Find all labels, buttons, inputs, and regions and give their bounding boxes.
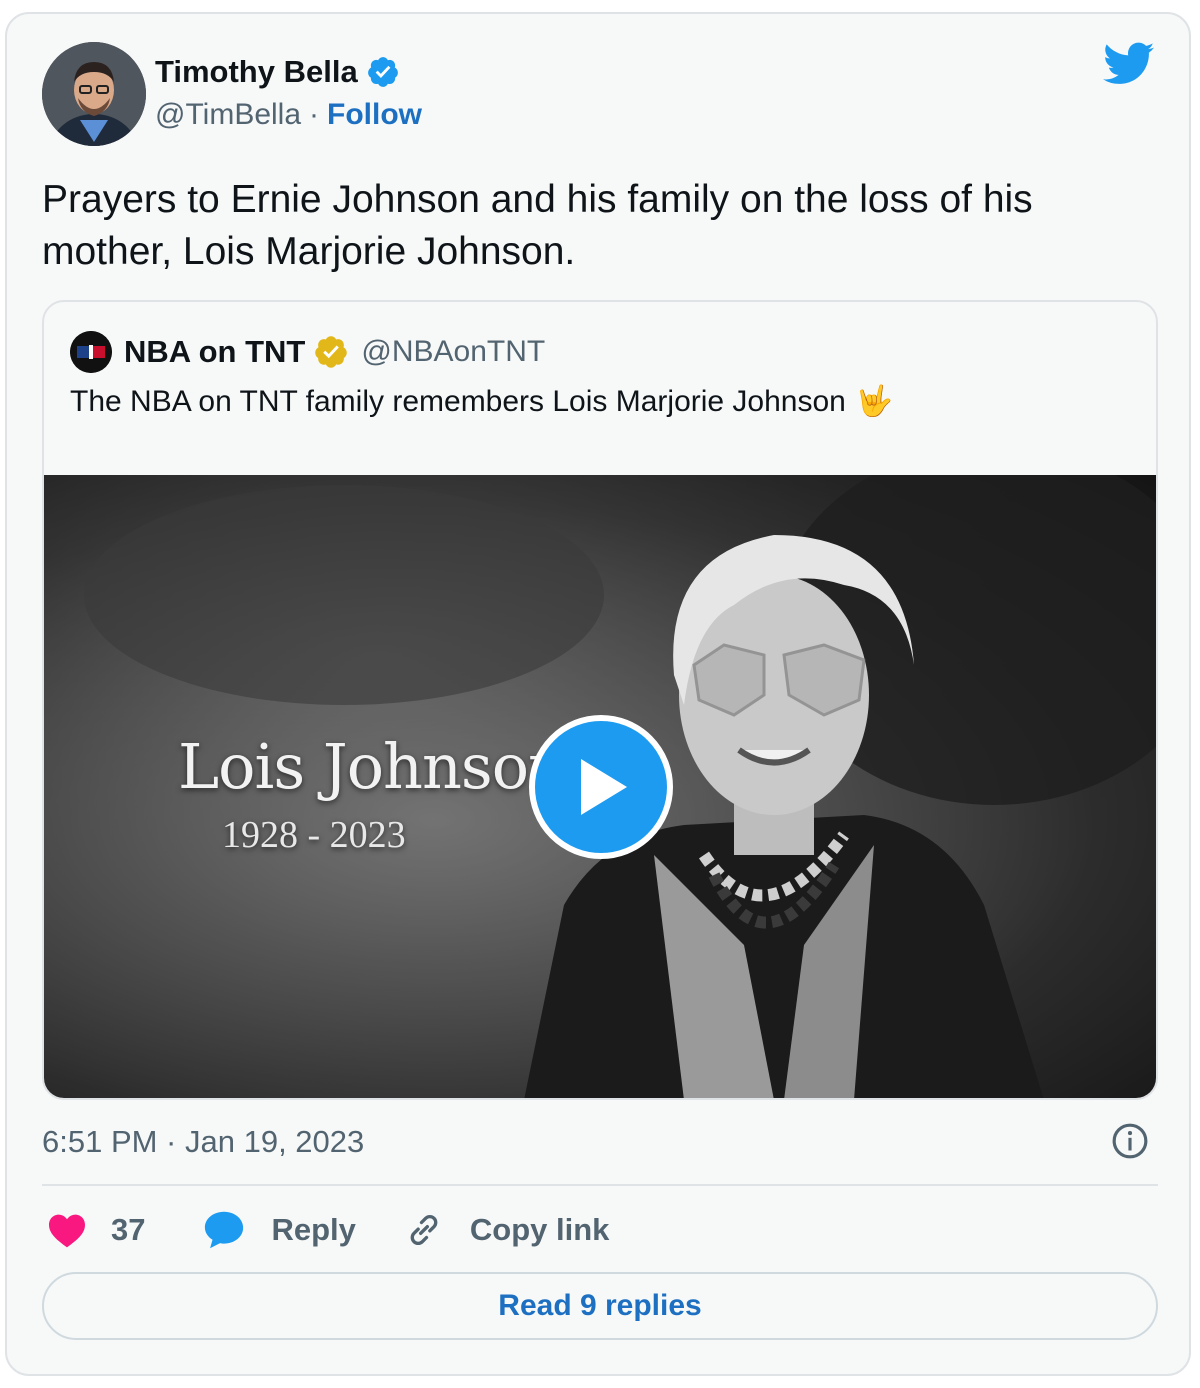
link-icon (410, 1215, 438, 1245)
quoted-tweet[interactable]: NBA on TNT @NBAonTNT The NBA on TNT fami… (42, 300, 1158, 1100)
quoted-text-body: The NBA on TNT family remembers Lois Mar… (70, 385, 846, 418)
author-handle[interactable]: @TimBella (155, 98, 301, 132)
quoted-author-name[interactable]: NBA on TNT (124, 334, 305, 370)
video-thumbnail[interactable]: Lois Johnson 1928 - 2023 (44, 475, 1156, 1098)
like-button[interactable]: 37 (47, 1212, 145, 1248)
like-count: 37 (111, 1212, 146, 1247)
heart-icon (49, 1214, 85, 1248)
tweet-card: Timothy Bella @TimBella · Follow Prayers… (5, 12, 1191, 1376)
copy-link-button[interactable]: Copy link (404, 1210, 610, 1250)
quoted-author-handle[interactable]: @NBAonTNT (361, 335, 545, 369)
follow-button[interactable]: Follow (327, 98, 422, 132)
play-button[interactable] (529, 715, 673, 859)
author-avatar[interactable] (42, 42, 146, 146)
author-name[interactable]: Timothy Bella (155, 54, 358, 90)
tweet-actions: 37 Reply Copy link (47, 1206, 609, 1254)
reply-label: Reply (271, 1212, 356, 1247)
video-title-text: Lois Johnson (178, 730, 568, 803)
tweet-timestamp[interactable]: 6:51 PM · Jan 19, 2023 (42, 1124, 364, 1160)
verified-badge-icon (367, 57, 398, 87)
reply-button[interactable]: Reply (203, 1210, 356, 1250)
read-replies-button[interactable]: Read 9 replies (42, 1272, 1158, 1340)
gold-verified-badge-icon (315, 336, 348, 368)
play-icon (581, 759, 627, 815)
love-you-gesture-emoji: 🤟 (855, 385, 894, 418)
nba-on-tnt-logo (70, 331, 112, 373)
video-years-text: 1928 - 2023 (222, 814, 406, 856)
tweet-text: Prayers to Ernie Johnson and his family … (42, 178, 1033, 273)
divider (42, 1184, 1158, 1186)
quoted-text: The NBA on TNT family remembers Lois Mar… (70, 384, 893, 419)
speech-bubble-icon (205, 1211, 244, 1249)
copy-link-label: Copy link (469, 1212, 610, 1247)
twitter-bird-icon[interactable] (1103, 42, 1155, 86)
handle-separator: · (309, 98, 320, 131)
info-icon[interactable] (1111, 1122, 1149, 1160)
